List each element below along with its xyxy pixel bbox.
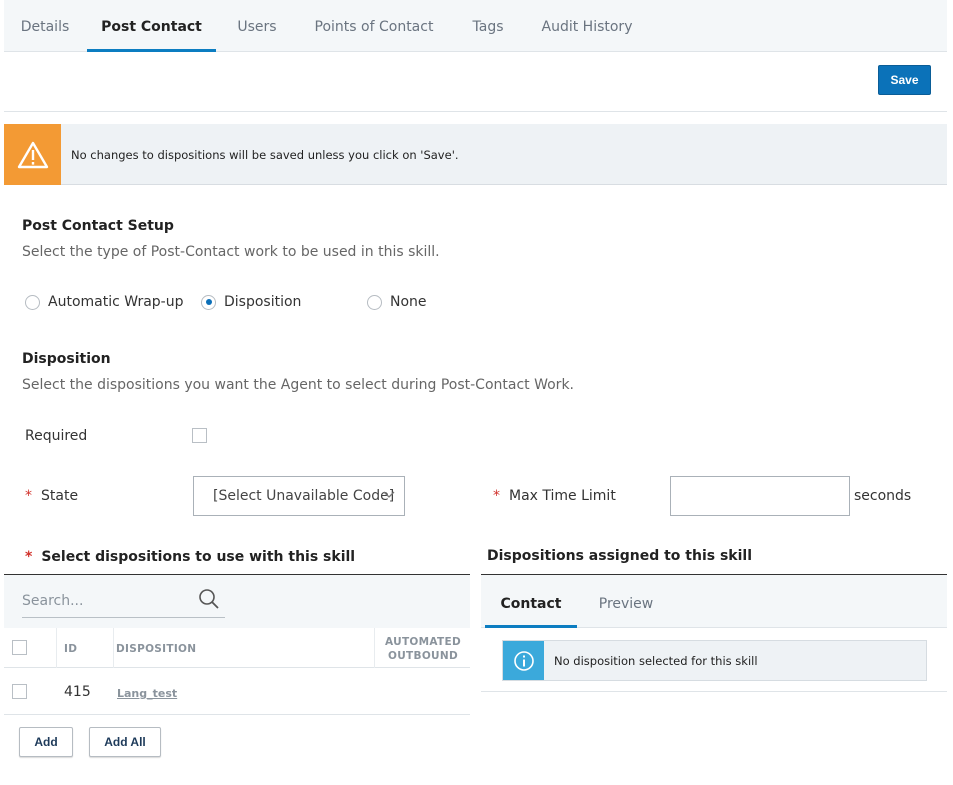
add-all-button[interactable]: Add All xyxy=(89,727,161,757)
divider xyxy=(56,628,57,668)
tab-bar: Details Post Contact Users Points of Con… xyxy=(4,0,947,52)
tab-details[interactable]: Details xyxy=(4,0,86,52)
warning-text: No changes to dispositions will be saved… xyxy=(71,148,459,162)
disposition-title: Disposition xyxy=(22,351,111,367)
info-text: No disposition selected for this skill xyxy=(554,654,758,668)
info-icon xyxy=(513,650,534,671)
radio-label: Automatic Wrap-up xyxy=(48,294,184,310)
required-marker: * xyxy=(25,488,32,504)
info-icon-box xyxy=(503,641,544,680)
post-contact-description: Select the type of Post-Contact work to … xyxy=(22,244,440,260)
warning-icon-box xyxy=(4,124,61,185)
tab-audit-history[interactable]: Audit History xyxy=(532,0,642,52)
tab-tags[interactable]: Tags xyxy=(455,0,521,52)
row-checkbox[interactable] xyxy=(12,684,27,699)
post-contact-title: Post Contact Setup xyxy=(22,218,174,234)
divider xyxy=(113,628,114,668)
column-header-disposition[interactable]: DISPOSITION xyxy=(116,643,196,655)
search-area xyxy=(4,575,470,628)
required-label: Required xyxy=(25,428,88,444)
warning-banner: No changes to dispositions will be saved… xyxy=(4,124,947,185)
radio-indicator xyxy=(25,294,40,310)
table-row: 415 Lang_test xyxy=(4,669,470,715)
radio-indicator xyxy=(367,294,382,310)
seconds-label: seconds xyxy=(854,488,912,504)
state-label: * State xyxy=(25,488,79,504)
select-dispositions-title: * Select dispositions to use with this sk… xyxy=(25,549,356,565)
tab-contact[interactable]: Contact xyxy=(485,575,577,628)
max-time-label: * Max Time Limit xyxy=(493,488,616,504)
select-all-checkbox[interactable] xyxy=(12,640,27,655)
search-icon[interactable] xyxy=(198,588,220,614)
tab-post-contact[interactable]: Post Contact xyxy=(87,0,216,52)
max-time-input[interactable] xyxy=(670,476,850,516)
tab-preview[interactable]: Preview xyxy=(589,575,663,628)
row-id: 415 xyxy=(64,684,91,700)
table-header: ID DISPOSITION AUTOMATED OUTBOUND xyxy=(4,628,470,668)
warning-triangle-icon xyxy=(17,141,48,168)
tab-users[interactable]: Users xyxy=(222,0,292,52)
radio-automatic-wrap-up[interactable]: Automatic Wrap-up xyxy=(25,292,184,312)
radio-disposition[interactable]: Disposition xyxy=(201,292,301,312)
chevron-down-icon xyxy=(382,477,396,530)
required-marker: * xyxy=(25,549,33,565)
disposition-description: Select the dispositions you want the Age… xyxy=(22,377,574,393)
radio-none[interactable]: None xyxy=(367,292,427,312)
divider xyxy=(481,691,947,692)
divider xyxy=(4,111,947,112)
assigned-title: Dispositions assigned to this skill xyxy=(487,548,752,564)
add-button[interactable]: Add xyxy=(19,727,73,757)
radio-label: Disposition xyxy=(224,294,302,310)
divider xyxy=(374,628,375,668)
required-marker: * xyxy=(493,488,500,504)
required-checkbox[interactable] xyxy=(192,428,207,443)
radio-indicator-selected xyxy=(201,294,216,310)
info-banner: No disposition selected for this skill xyxy=(502,640,927,681)
assigned-tab-bar: Contact Preview xyxy=(481,575,947,628)
column-header-automated-outbound[interactable]: AUTOMATED OUTBOUND xyxy=(382,635,464,663)
state-select[interactable]: [Select Unavailable Code] xyxy=(193,476,405,516)
column-header-id[interactable]: ID xyxy=(64,643,77,655)
radio-label: None xyxy=(390,294,427,310)
search-input[interactable] xyxy=(22,585,225,618)
row-disposition-link[interactable]: Lang_test xyxy=(117,685,177,701)
tab-points-of-contact[interactable]: Points of Contact xyxy=(304,0,444,52)
save-button[interactable]: Save xyxy=(878,65,931,95)
state-select-value: [Select Unavailable Code] xyxy=(213,488,395,504)
